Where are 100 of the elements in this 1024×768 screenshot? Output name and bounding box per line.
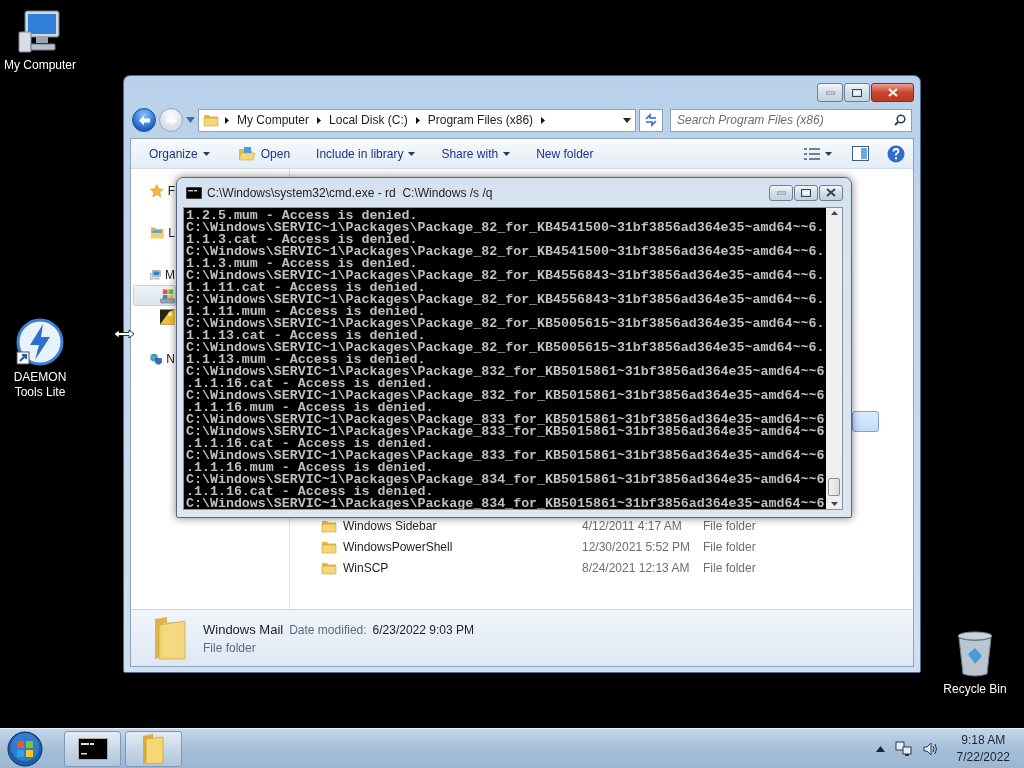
history-dropdown-icon[interactable] xyxy=(186,117,195,123)
console-line: C:\Windows\SERVIC~1\Packages\Package_834_for_KB5015861~31bf3856ad364e35~amd64~~6 xyxy=(186,474,826,486)
toolbar-button[interactable]: New folder xyxy=(528,143,602,164)
file-type: File folder xyxy=(703,539,757,554)
search-field[interactable]: Search Program Files (x86) xyxy=(670,108,912,132)
close-button[interactable] xyxy=(819,184,843,201)
toolbar-button[interactable]: Open xyxy=(229,143,299,164)
star-icon xyxy=(150,182,164,199)
minimize-button[interactable] xyxy=(817,83,843,102)
caret-icon xyxy=(408,151,416,156)
close-button[interactable] xyxy=(871,83,914,102)
file-date: 12/30/2021 5:52 PM xyxy=(582,539,692,554)
file-row[interactable] xyxy=(852,411,879,432)
caret-icon xyxy=(202,151,210,156)
console-line: C:\Windows\SERVIC~1\Packages\Package_833_for_KB5015861~31bf3856ad364e35~amd64~~6 xyxy=(186,426,826,438)
console-line: 1.2.5.mum - Access is denied. xyxy=(186,210,418,222)
chevron-right-icon xyxy=(317,116,322,124)
chevron-right-icon xyxy=(541,116,546,124)
maximize-button[interactable] xyxy=(844,83,870,102)
back-arrow-icon xyxy=(137,114,151,126)
file-type: File folder xyxy=(703,518,757,533)
caret-icon xyxy=(825,151,832,156)
console-line: C:\Windows\SERVIC~1\Packages\Package_833_for_KB5015861~31bf3856ad364e35~amd64~~6 xyxy=(186,450,826,462)
computer-icon xyxy=(17,8,63,54)
file-row[interactable]: Windows Sidebar 4/12/2011 4:17 AM File folder xyxy=(300,515,879,536)
console-line: 1.1.11.cat - Access is denied. xyxy=(186,282,426,294)
desktop-icon-label[interactable]: Recycle Bin xyxy=(937,682,1013,697)
details-type: File folder xyxy=(203,640,257,655)
scrollbar[interactable] xyxy=(826,208,842,509)
console-line: .1.1.16.cat - Access is denied. xyxy=(186,438,434,450)
desktop-icon-label[interactable]: My Computer xyxy=(2,58,78,73)
search-icon xyxy=(894,113,906,126)
console-line: .1.1.16.cat - Access is denied. xyxy=(186,486,434,498)
nav-item[interactable]: F xyxy=(133,180,176,201)
chevron-right-icon xyxy=(225,116,229,124)
scroll-down-icon[interactable] xyxy=(830,502,838,506)
toolbar-button[interactable]: Organize xyxy=(141,143,218,164)
file-row[interactable]: WindowsPowerShell 12/30/2021 5:52 PM File folder xyxy=(300,536,879,557)
console-line: 1.1.13.mum - Access is denied. xyxy=(186,354,426,366)
console-line: C:\Windows\SERVIC~1\Packages\Package_82_for_KB4556843~31bf3856ad364e35~amd64~~6. xyxy=(186,270,826,282)
show-hidden-icons-icon[interactable] xyxy=(875,745,885,752)
breadcrumb[interactable]: Program Files (x86) xyxy=(425,113,536,127)
close-icon xyxy=(826,188,836,197)
console-line: C:\Windows\SERVIC~1\Packages\Package_82_for_KB5005615~31bf3856ad364e35~amd64~~6. xyxy=(186,318,826,330)
chevron-right-icon xyxy=(415,116,420,124)
breadcrumb[interactable]: Local Disk (C:) xyxy=(327,113,410,127)
file-name: WindowsPowerShell xyxy=(343,539,454,554)
minimize-icon xyxy=(825,90,835,95)
address-bar[interactable]: My Computer Local Disk (C:) Program Files (x86) xyxy=(198,108,636,132)
nav-item[interactable]: M xyxy=(133,264,176,285)
window-title: C:\Windows\system32\cmd.exe - rd C:\Windows /s /q xyxy=(207,185,494,200)
clock-date: 7/22/2022 xyxy=(956,750,1010,764)
console-line: C:\Windows\SERVIC~1\Packages\Package_82_for_KB4556843~31bf3856ad364e35~amd64~~6. xyxy=(186,294,826,306)
console-line: C:\Windows\SERVIC~1\Packages\Package_82_for_KB5005615~31bf3856ad364e35~amd64~~6. xyxy=(186,342,826,354)
back-button[interactable] xyxy=(132,108,156,132)
library-icon xyxy=(150,225,165,240)
clock[interactable]: 9:18 AM 7/22/2022 xyxy=(956,733,1010,764)
console-icon xyxy=(77,737,108,760)
caret-icon xyxy=(503,151,511,156)
desktop-icon-label[interactable]: DAEMON Tools Lite xyxy=(2,370,78,400)
nav-item[interactable]: L xyxy=(133,222,176,243)
network-icon[interactable] xyxy=(894,740,913,757)
console-line: 1.1.11.mum - Access is denied. xyxy=(186,306,426,318)
breadcrumb[interactable]: My Computer xyxy=(235,113,312,127)
file-type: File folder xyxy=(703,560,757,575)
dropdown-icon[interactable] xyxy=(623,117,631,123)
details-name: Windows Mail xyxy=(203,621,284,637)
console-line: C:\Windows\SERVIC~1\Packages\Package_82_for_KB4541500~31bf3856ad364e35~amd64~~6. xyxy=(186,246,826,258)
help-icon[interactable] xyxy=(887,144,905,163)
disc-image-icon xyxy=(160,308,175,325)
toolbar-button[interactable]: Share with xyxy=(433,143,519,164)
scroll-thumb[interactable] xyxy=(828,478,840,496)
minimize-icon xyxy=(776,190,786,195)
scroll-up-icon[interactable] xyxy=(830,211,838,215)
close-icon xyxy=(887,88,898,97)
maximize-button[interactable] xyxy=(794,184,818,201)
folder-icon xyxy=(321,560,337,575)
refresh-button[interactable] xyxy=(639,108,663,132)
file-row[interactable]: WinSCP 8/24/2021 12:13 AM File folder xyxy=(300,557,879,578)
nav-item[interactable]: N xyxy=(133,348,176,369)
console-line: C:\Windows\SERVIC~1\Packages\Package_832_for_KB5015861~31bf3856ad364e35~amd64~~6 xyxy=(186,366,826,378)
console-line: .1.1.16.mum - Access is denied. xyxy=(186,402,434,414)
start-button[interactable] xyxy=(4,729,46,768)
lightning-icon xyxy=(16,318,64,366)
details-date: 6/23/2022 9:03 PM xyxy=(372,622,474,637)
console-line: C:\Windows\SERVIC~1\Packages\Package_832_for_KB5015861~31bf3856ad364e35~amd64~~6 xyxy=(186,390,826,402)
toolbar-button[interactable]: Include in library xyxy=(308,143,424,164)
refresh-icon xyxy=(644,113,658,127)
folder-icon xyxy=(153,615,189,661)
console-line: 1.1.3.cat - Access is denied. xyxy=(186,234,418,246)
volume-icon[interactable] xyxy=(922,741,939,756)
folder-icon xyxy=(140,732,167,765)
console-line: C:\Windows\SERVIC~1\Packages\Package_834_for_KB5015861~31bf3856ad364e35~amd64~~6 xyxy=(186,498,826,509)
console-line: 1.1.3.mum - Access is denied. xyxy=(186,258,418,270)
minimize-button[interactable] xyxy=(769,184,793,201)
console-line: C:\Windows\SERVIC~1\Packages\Package_833_for_KB5015861~31bf3856ad364e35~amd64~~6 xyxy=(186,414,826,426)
file-date: 4/12/2011 4:17 AM xyxy=(582,518,683,533)
folder-icon xyxy=(203,113,219,127)
taskbar-button[interactable] xyxy=(64,730,121,767)
file-name: Windows Sidebar xyxy=(343,518,438,533)
